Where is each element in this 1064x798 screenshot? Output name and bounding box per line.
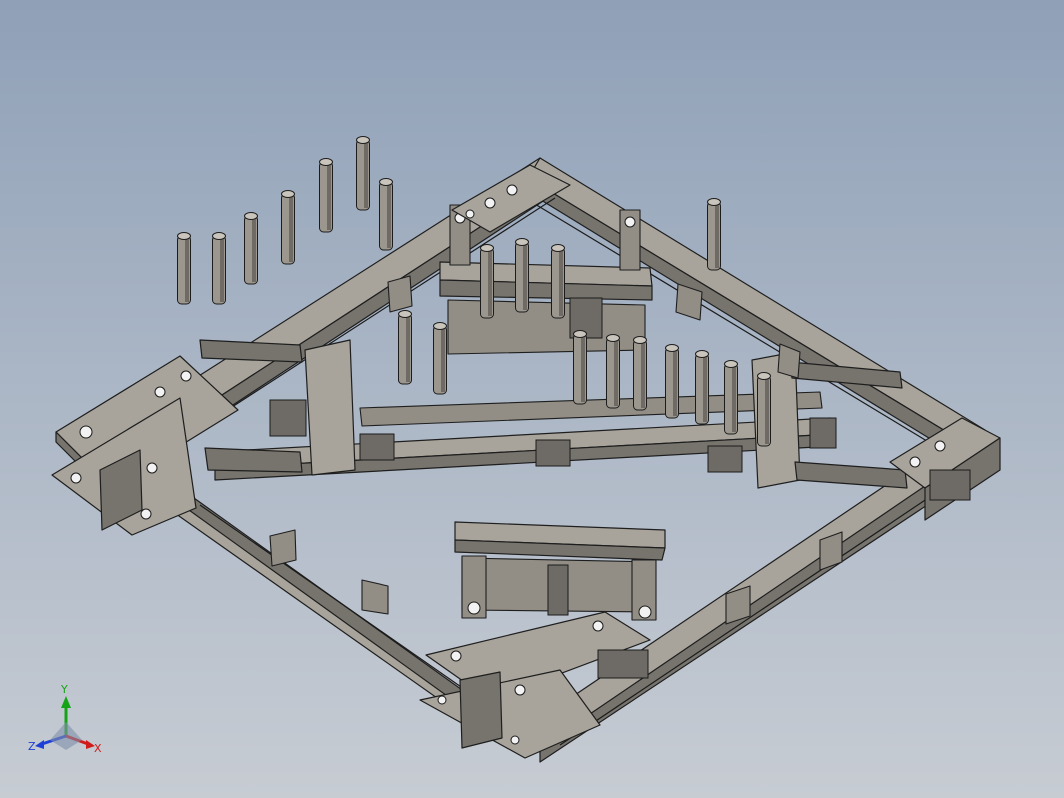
triad-base bbox=[50, 722, 82, 750]
pin-3 bbox=[244, 212, 258, 285]
assembly-model[interactable] bbox=[0, 0, 1064, 798]
pin-6 bbox=[356, 136, 370, 211]
pin-15 bbox=[606, 334, 620, 409]
pin-4 bbox=[281, 190, 295, 265]
clamp-bottom bbox=[454, 521, 666, 621]
pin-13 bbox=[433, 322, 447, 395]
graphics-viewport[interactable]: Y X Z bbox=[0, 0, 1064, 798]
pin-2 bbox=[212, 232, 226, 305]
triad-x-label: X bbox=[94, 742, 102, 755]
pin-12 bbox=[398, 310, 412, 385]
pin-8 bbox=[480, 244, 494, 319]
pin-7 bbox=[379, 178, 393, 251]
pin-14 bbox=[573, 330, 587, 405]
triad-y-label: Y bbox=[60, 683, 68, 696]
pin-10 bbox=[551, 244, 565, 319]
pin-9 bbox=[515, 238, 529, 313]
pin-19 bbox=[724, 360, 738, 435]
pin-1 bbox=[177, 232, 191, 305]
pin-16 bbox=[633, 336, 647, 411]
triad-z-label: Z bbox=[28, 740, 36, 753]
pin-5 bbox=[319, 158, 333, 233]
pin-11 bbox=[707, 198, 721, 271]
orientation-triad: Y X Z bbox=[20, 680, 120, 770]
pin-18 bbox=[695, 350, 709, 425]
clamp-right bbox=[751, 351, 908, 489]
pin-17 bbox=[665, 344, 679, 419]
pin-20 bbox=[757, 372, 771, 447]
